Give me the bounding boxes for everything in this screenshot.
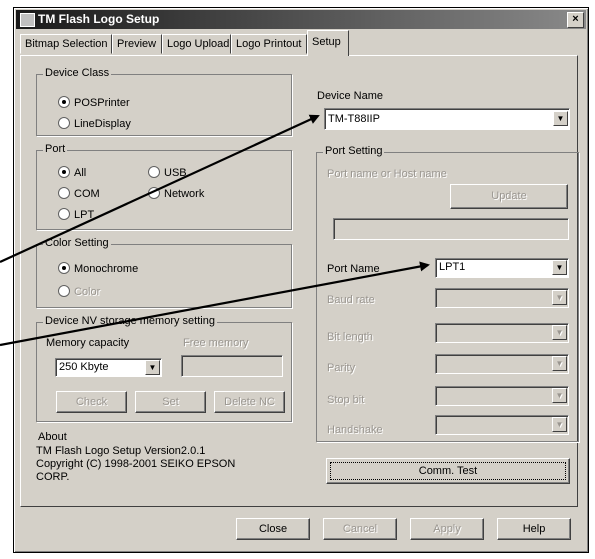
- radio-port-usb[interactable]: USB: [148, 166, 187, 179]
- stop-bit-select[interactable]: ▼: [435, 386, 569, 406]
- stop-bit-label: Stop bit: [327, 394, 365, 406]
- memory-capacity-value: 250 Kbyte: [59, 361, 109, 373]
- app-icon: [20, 13, 35, 27]
- radio-linedisplay[interactable]: LineDisplay: [58, 117, 131, 130]
- apply-button[interactable]: Apply: [410, 518, 484, 540]
- radio-label: Network: [164, 188, 205, 200]
- chevron-down-icon: ▼: [553, 111, 568, 126]
- chevron-down-icon: ▼: [552, 417, 567, 432]
- window-title: TM Flash Logo Setup: [38, 12, 160, 26]
- radio-label: LineDisplay: [74, 118, 131, 130]
- help-button[interactable]: Help: [497, 518, 571, 540]
- close-button[interactable]: Close: [236, 518, 310, 540]
- delete-nc-button[interactable]: Delete NC: [214, 391, 285, 413]
- radio-icon: [148, 187, 160, 199]
- radio-label: Monochrome: [74, 263, 139, 275]
- chevron-down-icon: ▼: [552, 325, 567, 340]
- radio-port-all[interactable]: All: [58, 166, 86, 179]
- bit-length-label: Bit length: [327, 331, 373, 343]
- radio-selected-icon: [58, 96, 70, 108]
- radio-port-com[interactable]: COM: [58, 187, 100, 200]
- cancel-button[interactable]: Cancel: [323, 518, 397, 540]
- baud-rate-label: Baud rate: [327, 294, 375, 306]
- parity-label: Parity: [327, 362, 356, 374]
- radio-port-lpt[interactable]: LPT: [58, 208, 94, 221]
- tab-logo-printout[interactable]: Logo Printout: [231, 34, 307, 54]
- device-name-label: Device Name: [317, 90, 384, 102]
- radio-icon: [148, 166, 160, 178]
- tab-preview[interactable]: Preview: [112, 34, 162, 54]
- handshake-label: Handshake: [327, 424, 383, 436]
- radio-selected-icon: [58, 166, 70, 178]
- free-memory-field: [181, 355, 283, 377]
- comm-test-button[interactable]: Comm. Test: [326, 458, 570, 484]
- host-name-label: Port name or Host name: [327, 168, 447, 180]
- radio-icon: [58, 117, 70, 129]
- tab-logo-upload[interactable]: Logo Upload: [162, 34, 231, 54]
- radio-label: COM: [74, 188, 100, 200]
- radio-label: All: [74, 167, 87, 179]
- radio-label: Color: [74, 286, 101, 298]
- update-button[interactable]: Update: [450, 184, 568, 209]
- port-name-select[interactable]: LPT1 ▼: [435, 258, 569, 278]
- radio-label: USB: [164, 167, 187, 179]
- device-class-label: Device Class: [43, 67, 112, 79]
- about-version: TM Flash Logo Setup Version2.0.1: [36, 445, 206, 457]
- port-name-label: Port Name: [327, 263, 380, 275]
- parity-select[interactable]: ▼: [435, 354, 569, 374]
- memory-capacity-label: Memory capacity: [46, 337, 130, 349]
- radio-port-network[interactable]: Network: [148, 187, 204, 200]
- chevron-down-icon: ▼: [552, 290, 567, 305]
- about-copyright: Copyright (C) 1998-2001 SEIKO EPSON: [36, 458, 236, 470]
- device-name-value: TM-T88IIP: [328, 113, 380, 125]
- radio-label: LPT: [74, 209, 95, 221]
- set-button[interactable]: Set: [135, 391, 206, 413]
- radio-monochrome[interactable]: Monochrome: [58, 262, 138, 275]
- radio-icon: [58, 208, 70, 220]
- radio-selected-icon: [58, 262, 70, 274]
- chevron-down-icon: ▼: [552, 356, 567, 371]
- radio-icon: [58, 285, 70, 297]
- bit-length-select[interactable]: ▼: [435, 323, 569, 343]
- chevron-down-icon: ▼: [552, 260, 567, 275]
- nv-memory-label: Device NV storage memory setting: [43, 315, 217, 327]
- port-name-value: LPT1: [439, 261, 466, 273]
- radio-label: POSPrinter: [74, 97, 130, 109]
- color-setting-group: Color Setting: [36, 237, 292, 308]
- tab-bitmap-selection[interactable]: Bitmap Selection: [20, 34, 112, 54]
- title-bar: TM Flash Logo Setup ×: [16, 10, 586, 29]
- color-setting-label: Color Setting: [43, 237, 111, 249]
- host-name-input[interactable]: [333, 218, 569, 240]
- free-memory-label: Free memory: [183, 337, 249, 349]
- radio-icon: [58, 187, 70, 199]
- about-corp: CORP.: [36, 471, 70, 483]
- port-setting-label: Port Setting: [323, 145, 385, 157]
- tab-setup[interactable]: Setup: [307, 30, 349, 56]
- port-label: Port: [43, 143, 68, 155]
- device-name-select[interactable]: TM-T88IIP ▼: [324, 108, 570, 130]
- memory-capacity-select[interactable]: 250 Kbyte ▼: [55, 358, 162, 377]
- about-label: About: [36, 431, 69, 443]
- radio-color[interactable]: Color: [58, 285, 100, 298]
- chevron-down-icon: ▼: [145, 360, 160, 375]
- baud-rate-select[interactable]: ▼: [435, 288, 569, 308]
- handshake-select[interactable]: ▼: [435, 415, 569, 435]
- chevron-down-icon: ▼: [552, 388, 567, 403]
- check-button[interactable]: Check: [56, 391, 127, 413]
- radio-posprinter[interactable]: POSPrinter: [58, 96, 130, 109]
- close-icon[interactable]: ×: [567, 12, 584, 28]
